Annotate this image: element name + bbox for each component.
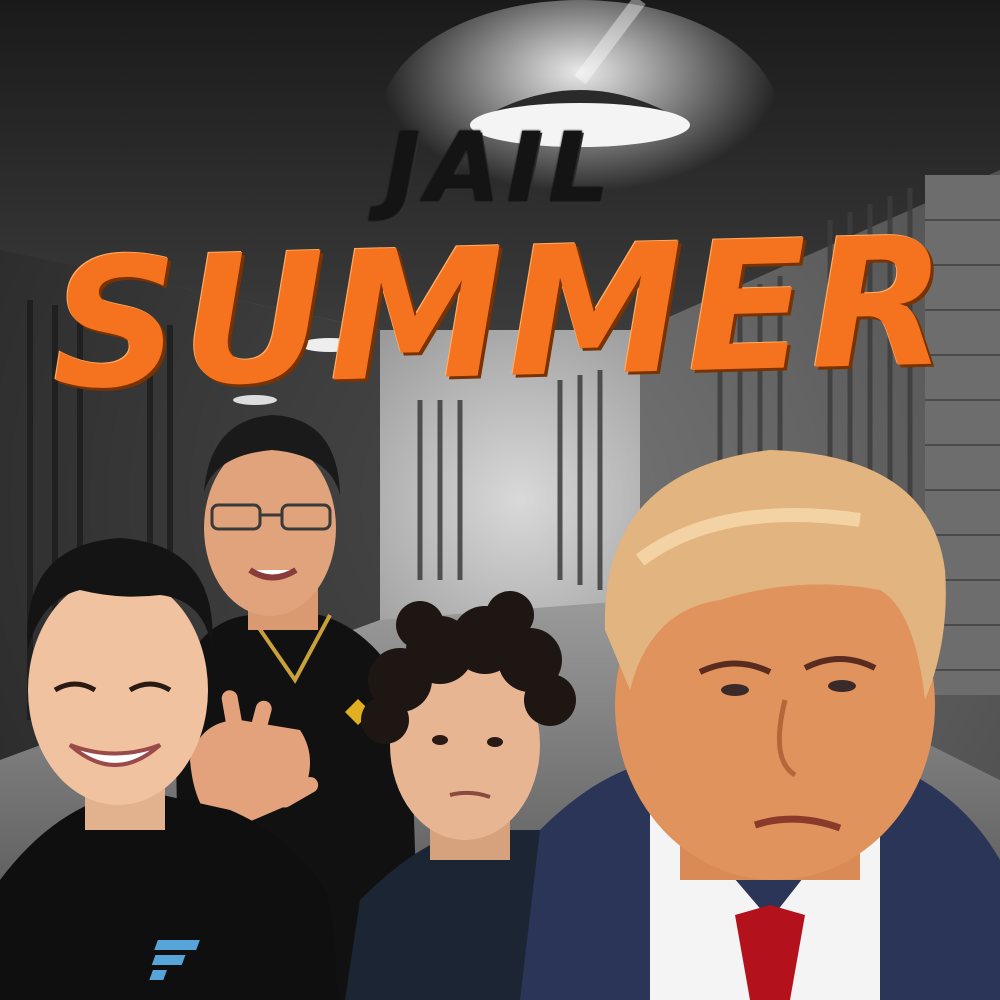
eye-right — [487, 737, 503, 747]
title-summer: SUMMER — [48, 198, 952, 429]
eye-left — [432, 735, 448, 745]
eye-left — [721, 684, 749, 696]
smile — [248, 567, 298, 581]
eye-right — [828, 680, 856, 692]
poster: JAIL SUMMER — [0, 0, 1000, 1000]
